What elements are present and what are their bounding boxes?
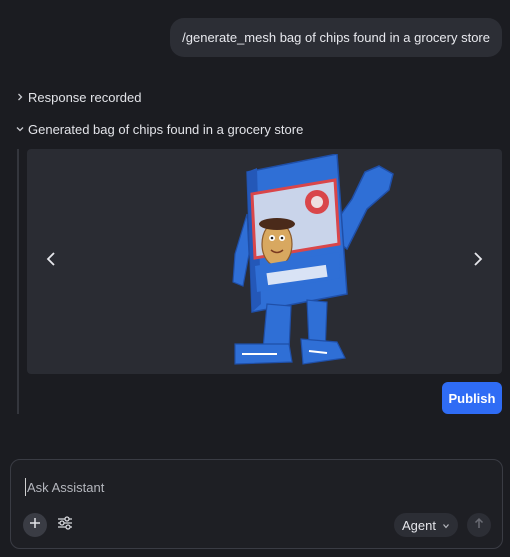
chevron-left-icon: [45, 251, 57, 272]
ask-assistant-input[interactable]: [25, 478, 485, 496]
agent-mode-label: Agent: [402, 517, 436, 533]
generated-mesh-label: Generated bag of chips found in a grocer…: [28, 121, 304, 137]
user-message: /generate_mesh bag of chips found in a g…: [170, 18, 502, 57]
chevron-right-icon: [12, 89, 28, 105]
publish-button[interactable]: Publish: [442, 382, 502, 414]
chevron-right-icon: [472, 251, 484, 272]
chevron-down-icon: [442, 518, 450, 533]
chat-composer: Agent: [10, 459, 503, 549]
response-recorded-label: Response recorded: [28, 89, 142, 105]
plus-icon: [29, 516, 41, 534]
settings-button[interactable]: [55, 515, 75, 535]
generated-mesh-preview[interactable]: [197, 154, 407, 369]
mesh-viewer[interactable]: [27, 149, 502, 374]
agent-mode-select[interactable]: Agent: [394, 513, 458, 537]
chevron-down-icon: [12, 121, 28, 137]
generated-mesh-toggle[interactable]: Generated bag of chips found in a grocer…: [12, 119, 303, 139]
next-mesh-button[interactable]: [466, 249, 490, 273]
thread-line: [17, 149, 19, 414]
response-recorded-toggle[interactable]: Response recorded: [12, 87, 141, 107]
arrow-up-icon: [474, 516, 484, 534]
add-attachment-button[interactable]: [23, 513, 47, 537]
sliders-icon: [57, 515, 73, 535]
previous-mesh-button[interactable]: [39, 249, 63, 273]
send-button[interactable]: [467, 513, 491, 537]
